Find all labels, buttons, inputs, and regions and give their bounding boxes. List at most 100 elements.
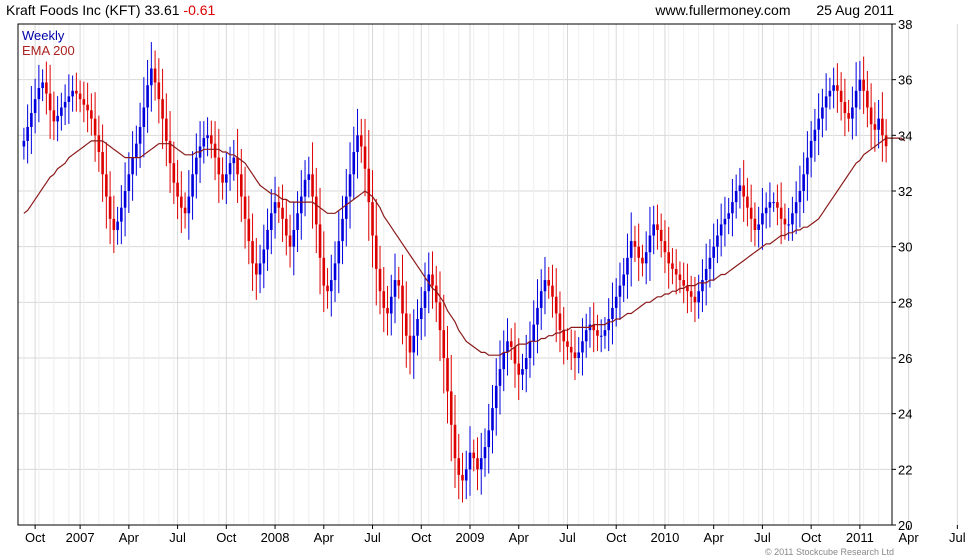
bar-body (738, 185, 742, 191)
bar-body (656, 224, 659, 230)
bar-body (67, 96, 71, 102)
weekly-bar (202, 121, 206, 164)
bar-body (138, 126, 142, 144)
weekly-bar (517, 338, 521, 401)
weekly-bar (292, 201, 296, 276)
y-tick-label: 32 (898, 184, 912, 199)
bar-body (847, 113, 850, 119)
bar-body (836, 85, 839, 91)
weekly-bar (596, 314, 599, 352)
weekly-bar (183, 192, 187, 229)
weekly-bar (674, 249, 678, 295)
weekly-bar (431, 251, 434, 309)
bar-body (142, 107, 146, 127)
bar-body (884, 135, 888, 147)
weekly-bar (592, 302, 596, 353)
weekly-bar (656, 204, 659, 250)
bar-body (153, 68, 157, 83)
weekly-bar (802, 152, 805, 213)
weekly-bar (172, 141, 176, 205)
weekly-bar (146, 59, 149, 133)
bar-body (449, 391, 453, 425)
bar-body (697, 291, 700, 303)
weekly-bar (494, 358, 498, 436)
weekly-bar (543, 256, 547, 315)
weekly-bar (768, 182, 772, 228)
bar-body (599, 335, 603, 337)
bar-body (858, 79, 862, 91)
bar-body (742, 185, 745, 197)
bar-body (776, 202, 779, 208)
bar-body (397, 280, 401, 286)
weekly-bar (487, 403, 491, 474)
bar-body (779, 207, 783, 219)
bar-body (584, 330, 588, 342)
weekly-bar (506, 318, 509, 376)
x-tick-label: Oct (216, 530, 237, 545)
bar-body (393, 280, 397, 297)
bar-body (135, 143, 138, 158)
bar-body (644, 252, 648, 264)
bar-body (704, 268, 708, 281)
weekly-bar (824, 73, 828, 131)
weekly-bar (386, 285, 389, 336)
weekly-bar (742, 160, 745, 222)
bar-body (333, 263, 337, 281)
bar-body (105, 174, 108, 197)
weekly-bar (329, 254, 333, 317)
bar-body (210, 135, 213, 144)
weekly-bar (701, 259, 704, 313)
weekly-bar (314, 167, 318, 254)
bar-body (494, 385, 498, 409)
weekly-bar (191, 151, 194, 220)
bar-body (682, 280, 685, 286)
bar-body (648, 235, 652, 253)
x-tick-label: Jul (364, 530, 381, 545)
weekly-bar (843, 78, 847, 137)
weekly-bar (60, 92, 63, 131)
weekly-bar (449, 354, 453, 462)
weekly-bar (67, 74, 71, 124)
bar-body (326, 285, 329, 292)
bar-body (30, 113, 33, 127)
bar-body (652, 224, 655, 236)
x-tick-label: Jul (559, 530, 576, 545)
bar-body (633, 241, 637, 247)
weekly-bar (603, 317, 607, 349)
weekly-bar (764, 192, 768, 229)
weekly-bar (378, 245, 382, 315)
weekly-bar (554, 268, 558, 343)
bar-body (809, 140, 813, 158)
bar-body (161, 99, 164, 119)
bar-body (157, 82, 161, 100)
copyright: © 2011 Stockcube Research Ltd (764, 547, 894, 557)
bar-body (622, 274, 626, 286)
weekly-bar (416, 299, 419, 356)
weekly-bar (502, 330, 506, 392)
bar-body (243, 196, 247, 219)
y-tick-label: 26 (898, 351, 912, 366)
weekly-bar (393, 253, 397, 324)
weekly-bar (791, 196, 794, 241)
weekly-bar (281, 184, 284, 242)
bar-body (862, 79, 865, 91)
weekly-bar (127, 152, 131, 213)
weekly-bar (180, 171, 183, 234)
weekly-bar (641, 244, 644, 277)
bar-body (637, 246, 640, 258)
weekly-bar (78, 80, 82, 113)
bar-body (693, 296, 697, 303)
bar-body (172, 163, 176, 183)
weekly-bar (101, 124, 104, 202)
bar-body (708, 257, 712, 269)
bar-body (307, 174, 311, 180)
weekly-bar (168, 111, 172, 193)
bar-body (408, 335, 412, 353)
bar-body (277, 202, 281, 208)
bar-body (712, 246, 715, 258)
bar-body (723, 218, 727, 225)
weekly-bar (236, 128, 239, 203)
weekly-bar (153, 50, 157, 101)
weekly-bar (622, 258, 626, 303)
weekly-bar (521, 353, 524, 391)
